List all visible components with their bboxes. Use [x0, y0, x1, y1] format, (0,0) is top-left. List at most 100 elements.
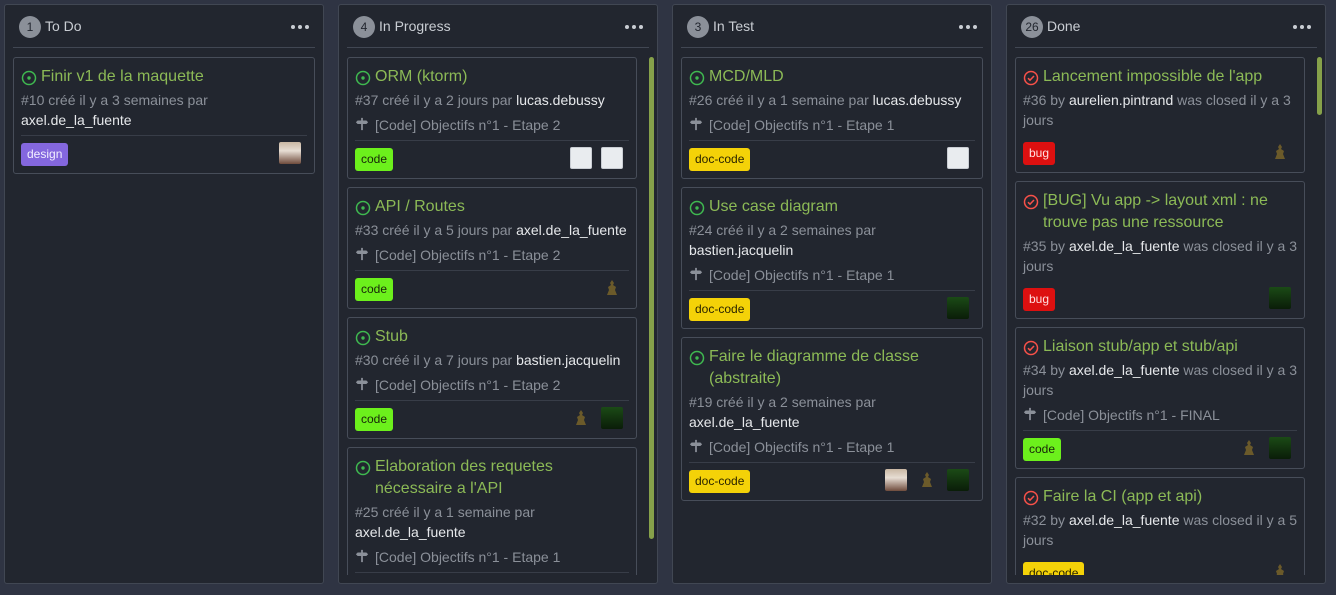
milestone[interactable]: [Code] Objectifs n°1 - Etape 1	[689, 265, 975, 285]
author-link[interactable]: axel.de_la_fuente	[689, 414, 800, 430]
issue-title[interactable]: Faire le diagramme de classe (abstraite)	[689, 346, 975, 390]
milestone[interactable]: [Code] Objectifs n°1 - Etape 1	[689, 437, 975, 457]
label-badge[interactable]: bug	[1023, 142, 1056, 165]
milestone[interactable]: [Code] Objectifs n°1 - FINAL	[1023, 405, 1297, 425]
label-badge[interactable]: code	[355, 148, 394, 171]
column-body: ORM (ktorm) #37 créé il y a 2 jours par …	[347, 57, 637, 575]
kebab-menu-icon[interactable]	[291, 18, 311, 36]
issue-title[interactable]: Lancement impossible de l'app	[1023, 66, 1297, 88]
column-title: Done	[1047, 18, 1081, 34]
scrollbar[interactable]	[1317, 57, 1322, 115]
label-badge[interactable]: design	[21, 143, 69, 166]
milestone[interactable]: [Code] Objectifs n°1 - Etape 1	[689, 115, 975, 135]
label-badge[interactable]: doc-code	[689, 148, 751, 171]
issue-title[interactable]: Liaison stub/app et stub/api	[1023, 336, 1297, 358]
issue-title[interactable]: Elaboration des requetes nécessaire a l'…	[355, 456, 629, 500]
avatar[interactable]	[570, 407, 592, 429]
milestone[interactable]: [Code] Objectifs n°1 - Etape 2	[355, 245, 629, 265]
issue-card[interactable]: [BUG] Vu app -> layout xml : ne trouve p…	[1015, 181, 1305, 319]
issue-card[interactable]: MCD/MLD #26 créé il y a 1 semaine par lu…	[681, 57, 983, 179]
issue-card[interactable]: ORM (ktorm) #37 créé il y a 2 jours par …	[347, 57, 637, 179]
issue-card[interactable]: Finir v1 de la maquette #10 créé il y a …	[13, 57, 315, 174]
issue-title[interactable]: ORM (ktorm)	[355, 66, 629, 88]
label-badge[interactable]: doc-code	[689, 470, 751, 493]
issue-meta: #26 créé il y a 1 semaine par lucas.debu…	[689, 92, 962, 108]
issue-card[interactable]: Faire le diagramme de classe (abstraite)…	[681, 337, 983, 501]
card-footer: code	[355, 140, 629, 171]
author-link[interactable]: bastien.jacquelin	[689, 242, 793, 258]
author-link[interactable]: axel.de_la_fuente	[516, 222, 627, 238]
author-link[interactable]: axel.de_la_fuente	[355, 524, 466, 540]
author-link[interactable]: axel.de_la_fuente	[1069, 512, 1180, 528]
author-link[interactable]: aurelien.pintrand	[1069, 92, 1173, 108]
author-link[interactable]: axel.de_la_fuente	[1069, 238, 1180, 254]
author-link[interactable]: lucas.debussy	[516, 92, 605, 108]
label-badge[interactable]: code	[355, 278, 394, 301]
avatar[interactable]	[916, 469, 938, 491]
milestone-icon	[355, 117, 369, 131]
column-in-test: 3 In Test MCD/MLD #26 créé il y a 1 sema…	[672, 4, 992, 584]
avatar[interactable]	[947, 297, 969, 319]
issue-card[interactable]: Elaboration des requetes nécessaire a l'…	[347, 447, 637, 575]
issue-card[interactable]: Lancement impossible de l'app #36 by aur…	[1015, 57, 1305, 173]
kebab-menu-icon[interactable]	[959, 18, 979, 36]
card-footer: bug	[1023, 135, 1297, 165]
label-badge[interactable]: code	[1023, 438, 1062, 461]
avatar[interactable]	[1269, 561, 1291, 575]
kebab-menu-icon[interactable]	[1293, 18, 1313, 36]
issue-open-icon	[355, 200, 371, 216]
assignees	[1229, 437, 1291, 460]
column-header: 26 Done	[1007, 5, 1325, 48]
avatar[interactable]	[1269, 287, 1291, 309]
author-link[interactable]: axel.de_la_fuente	[1069, 362, 1180, 378]
avatar[interactable]	[601, 147, 623, 169]
issue-title[interactable]: Finir v1 de la maquette	[21, 66, 307, 88]
issue-closed-icon	[1023, 490, 1039, 506]
card-footer: doc-code	[689, 462, 975, 493]
issue-title[interactable]: API / Routes	[355, 196, 629, 218]
issue-card[interactable]: API / Routes #33 créé il y a 5 jours par…	[347, 187, 637, 309]
issue-open-icon	[21, 70, 37, 86]
author-link[interactable]: bastien.jacquelin	[516, 352, 620, 368]
issue-closed-icon	[1023, 70, 1039, 86]
author-link[interactable]: axel.de_la_fuente	[21, 112, 132, 128]
assignees	[592, 277, 623, 300]
issue-open-icon	[689, 70, 705, 86]
avatar[interactable]	[601, 277, 623, 299]
assignees	[1260, 141, 1291, 164]
kebab-menu-icon[interactable]	[625, 18, 645, 36]
issue-title[interactable]: Faire la CI (app et api)	[1023, 486, 1297, 508]
avatar[interactable]	[570, 147, 592, 169]
avatar[interactable]	[947, 469, 969, 491]
issue-card[interactable]: Liaison stub/app et stub/api #34 by axel…	[1015, 327, 1305, 469]
avatar[interactable]	[1269, 437, 1291, 459]
issue-card[interactable]: Stub #30 créé il y a 7 jours par bastien…	[347, 317, 637, 439]
column-title: In Test	[713, 18, 754, 34]
label-badge[interactable]: doc-code	[689, 298, 751, 321]
avatar[interactable]	[279, 142, 301, 164]
avatar[interactable]	[947, 147, 969, 169]
milestone[interactable]: [Code] Objectifs n°1 - Etape 1	[355, 547, 629, 567]
issue-card[interactable]: Use case diagram #24 créé il y a 2 semai…	[681, 187, 983, 329]
author-link[interactable]: lucas.debussy	[873, 92, 962, 108]
issue-card[interactable]: Faire la CI (app et api) #32 by axel.de_…	[1015, 477, 1305, 575]
avatar[interactable]	[885, 469, 907, 491]
assignees	[270, 142, 301, 165]
milestone[interactable]: [Code] Objectifs n°1 - Etape 2	[355, 375, 629, 395]
label-badge[interactable]: code	[355, 408, 394, 431]
card-footer: code	[355, 270, 629, 301]
card-footer: design	[21, 135, 307, 166]
issue-open-icon	[355, 330, 371, 346]
label-badge[interactable]: doc-code	[1023, 562, 1085, 575]
milestone[interactable]: [Code] Objectifs n°1 - Etape 2	[355, 115, 629, 135]
avatar[interactable]	[601, 407, 623, 429]
issue-title[interactable]: MCD/MLD	[689, 66, 975, 88]
issue-title[interactable]: Stub	[355, 326, 629, 348]
issue-title[interactable]: [BUG] Vu app -> layout xml : ne trouve p…	[1023, 190, 1297, 234]
milestone-icon	[355, 377, 369, 391]
avatar[interactable]	[1269, 141, 1291, 163]
label-badge[interactable]: bug	[1023, 288, 1056, 311]
issue-title[interactable]: Use case diagram	[689, 196, 975, 218]
avatar[interactable]	[1238, 437, 1260, 459]
scrollbar[interactable]	[649, 57, 654, 539]
